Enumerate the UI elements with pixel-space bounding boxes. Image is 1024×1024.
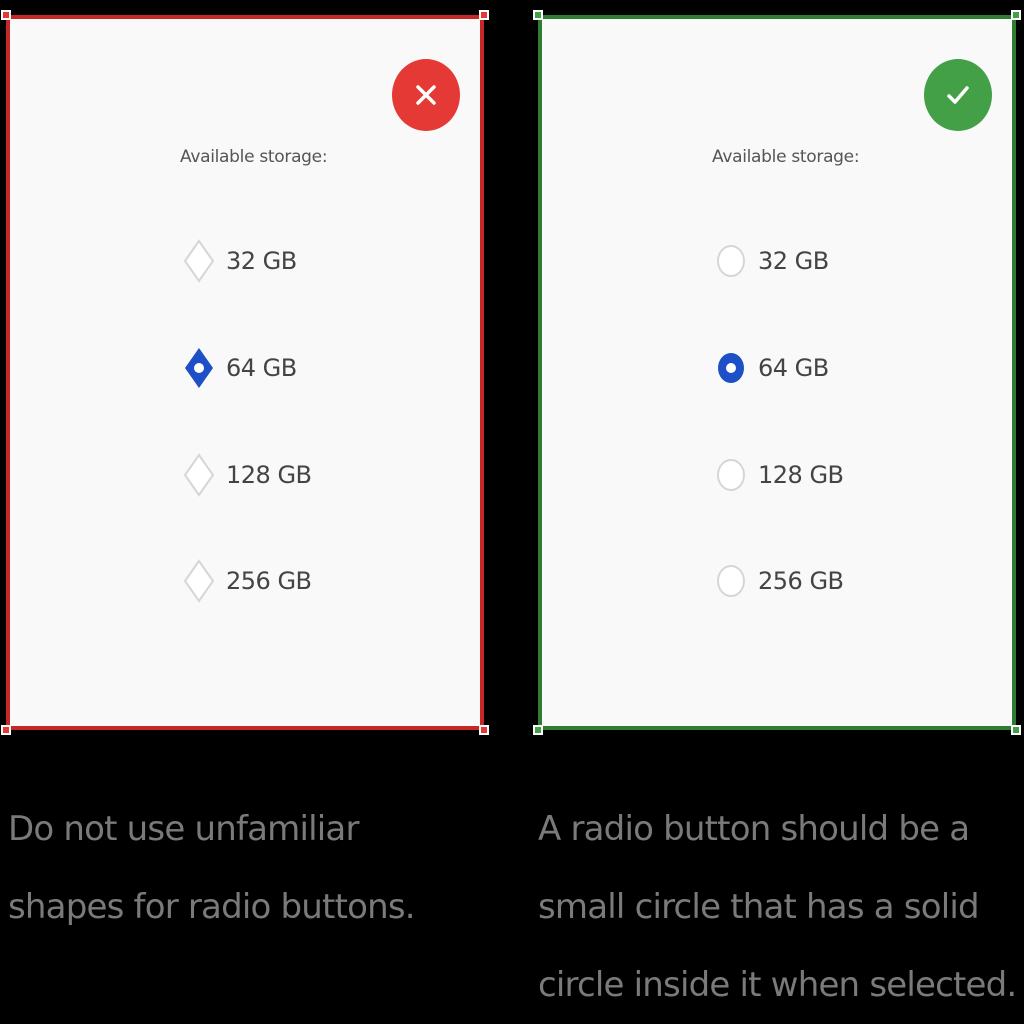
option-label: 32 GB bbox=[758, 247, 829, 275]
radio-option-64gb[interactable]: 64 GB bbox=[182, 344, 297, 392]
do-badge bbox=[924, 59, 992, 131]
close-icon bbox=[416, 85, 436, 105]
diamond-radio-unselected-icon[interactable] bbox=[182, 451, 216, 499]
option-label: 128 GB bbox=[758, 461, 844, 489]
diamond-radio-unselected-icon[interactable] bbox=[182, 557, 216, 605]
do-example-panel: Available storage: 32 GB 64 GB 128 GB 25… bbox=[533, 10, 1021, 735]
radio-option-32gb[interactable]: 32 GB bbox=[714, 237, 829, 285]
diamond-radio-unselected-icon[interactable] bbox=[182, 237, 216, 285]
radio-option-256gb[interactable]: 256 GB bbox=[714, 557, 844, 605]
corner-handle bbox=[533, 725, 543, 735]
radio-option-128gb[interactable]: 128 GB bbox=[714, 451, 844, 499]
corner-handle bbox=[1011, 10, 1021, 20]
option-label: 128 GB bbox=[226, 461, 312, 489]
dont-caption: Do not use unfamiliar shapes for radio b… bbox=[8, 809, 416, 927]
corner-handle bbox=[1011, 725, 1021, 735]
dont-example-panel: Available storage: 32 GB 64 GB 128 GB 25… bbox=[1, 10, 489, 735]
radio-option-128gb[interactable]: 128 GB bbox=[182, 451, 312, 499]
check-icon bbox=[947, 86, 969, 104]
storage-label: Available storage: bbox=[712, 147, 860, 167]
dont-badge bbox=[392, 59, 460, 131]
radio-selected-icon[interactable] bbox=[714, 344, 748, 392]
radio-unselected-icon[interactable] bbox=[714, 557, 748, 605]
corner-handle bbox=[1, 725, 11, 735]
option-label: 64 GB bbox=[226, 354, 297, 382]
radio-option-32gb[interactable]: 32 GB bbox=[182, 237, 297, 285]
corner-handle bbox=[479, 725, 489, 735]
do-caption: A radio button should be a small circle … bbox=[538, 809, 1017, 1005]
option-label: 64 GB bbox=[758, 354, 829, 382]
diamond-radio-selected-icon[interactable] bbox=[182, 344, 216, 392]
option-label: 32 GB bbox=[226, 247, 297, 275]
radio-unselected-icon[interactable] bbox=[714, 237, 748, 285]
radio-unselected-icon[interactable] bbox=[714, 451, 748, 499]
corner-handle bbox=[1, 10, 11, 20]
corner-handle bbox=[479, 10, 489, 20]
storage-label: Available storage: bbox=[180, 147, 328, 167]
corner-handle bbox=[533, 10, 543, 20]
radio-option-256gb[interactable]: 256 GB bbox=[182, 557, 312, 605]
radio-option-64gb[interactable]: 64 GB bbox=[714, 344, 829, 392]
option-label: 256 GB bbox=[226, 567, 312, 595]
option-label: 256 GB bbox=[758, 567, 844, 595]
